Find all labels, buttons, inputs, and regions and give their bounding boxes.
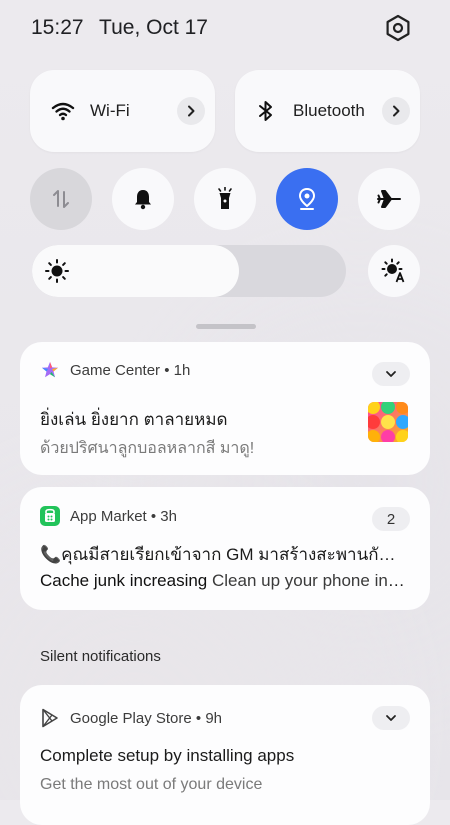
expand-chevron-down-icon[interactable] xyxy=(372,362,410,386)
airplane-mode-toggle[interactable] xyxy=(358,168,420,230)
wifi-chevron-right-icon[interactable] xyxy=(177,97,205,125)
bluetooth-icon xyxy=(253,98,279,124)
flashlight-icon xyxy=(218,187,232,209)
bell-icon xyxy=(135,190,151,210)
date: Tue, Oct 17 xyxy=(99,16,208,39)
auto-brightness-toggle[interactable] xyxy=(368,245,420,297)
wifi-icon xyxy=(50,98,76,124)
notification-time: 3h xyxy=(160,507,177,525)
app-name: App Market xyxy=(70,507,147,525)
bluetooth-tile[interactable]: Bluetooth xyxy=(235,70,420,152)
notification-line2-bold: Cache junk increasing xyxy=(40,571,208,590)
app-name: Game Center xyxy=(70,361,161,379)
notification-header: Google Play Store • 9h xyxy=(40,708,222,728)
app-market-bag-icon xyxy=(40,506,60,526)
status-bar: 15:27 Tue, Oct 17 xyxy=(31,16,218,40)
game-thumbnail-image xyxy=(368,402,408,442)
settings-gear-icon[interactable] xyxy=(384,14,412,42)
expand-chevron-down-icon[interactable] xyxy=(372,706,410,730)
notification-time: 1h xyxy=(173,361,191,379)
app-name: Google Play Store xyxy=(70,709,192,727)
brightness-sun-icon xyxy=(45,259,69,283)
location-toggle[interactable] xyxy=(276,168,338,230)
brightness-slider[interactable] xyxy=(32,245,346,297)
drag-handle[interactable] xyxy=(196,324,256,329)
auto-brightness-icon xyxy=(381,258,405,283)
mobile-data-toggle[interactable] xyxy=(30,168,92,230)
notification-app-market[interactable]: App Market • 3h 2 📞คุณมีสายเรียกเข้าจาก … xyxy=(20,487,430,610)
notification-game-center[interactable]: Game Center • 1h ยิ่งเล่น ยิ่งยาก ตาลายห… xyxy=(20,342,430,475)
notification-line2: Cache junk increasing Clean up your phon… xyxy=(40,571,408,591)
notification-google-play-store[interactable]: Google Play Store • 9h Complete setup by… xyxy=(20,685,430,825)
bluetooth-label: Bluetooth xyxy=(293,101,365,120)
play-store-icon xyxy=(40,708,60,728)
notification-time: 9h xyxy=(205,709,223,727)
flashlight-toggle[interactable] xyxy=(194,168,256,230)
mobile-data-icon xyxy=(53,190,69,208)
notification-line2-rest: Clean up your phone in no time xyxy=(212,571,408,590)
bluetooth-chevron-right-icon[interactable] xyxy=(382,97,410,125)
notification-count-badge[interactable]: 2 xyxy=(372,507,410,531)
notification-line1: 📞คุณมีสายเรียกเข้าจาก GM มาสร้างสะพานกัน… xyxy=(40,545,398,564)
notification-title: Complete setup by installing apps xyxy=(40,746,295,765)
silent-notifications-header: Silent notifications xyxy=(40,648,161,665)
notification-title: ยิ่งเล่น ยิ่งยาก ตาลายหมด xyxy=(40,410,228,429)
airplane-icon xyxy=(377,190,401,208)
notification-header: Game Center • 1h xyxy=(40,360,190,380)
game-center-star-icon xyxy=(40,360,60,380)
notification-body: Get the most out of your device xyxy=(40,776,263,793)
notification-header: App Market • 3h xyxy=(40,506,177,526)
wifi-tile[interactable]: Wi-Fi xyxy=(30,70,215,152)
sound-toggle[interactable] xyxy=(112,168,174,230)
clock: 15:27 xyxy=(31,16,84,39)
notification-body: ด้วยปริศนาลูกบอลหลากสี มาดู! xyxy=(40,440,255,457)
wifi-label: Wi-Fi xyxy=(90,101,130,120)
location-pin-icon xyxy=(298,187,316,210)
